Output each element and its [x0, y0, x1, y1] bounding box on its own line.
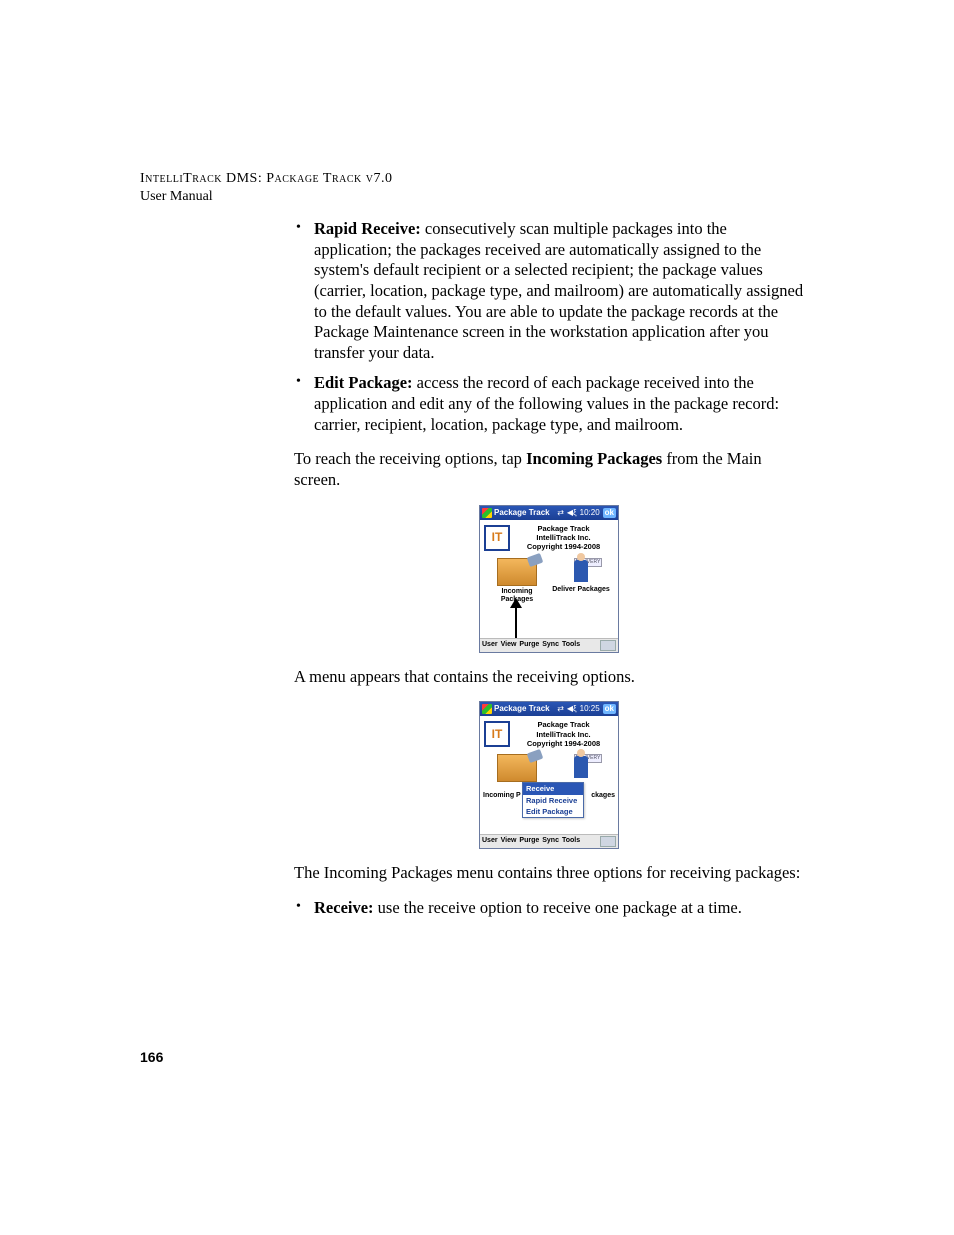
sync-icon: ⇄	[557, 508, 564, 518]
bullet-rapid-receive: Rapid Receive: consecutively scan multip…	[294, 219, 804, 363]
keyboard-icon[interactable]	[600, 836, 616, 847]
pda-title-text: Package Track	[494, 508, 550, 518]
menu-user[interactable]: User	[482, 641, 498, 650]
bullet-text: consecutively scan multiple packages int…	[314, 219, 803, 362]
pda-frame: Package Track ⇄ ◀ξ 10:25 ok IT Package T…	[479, 701, 619, 849]
reach-bold: Incoming Packages	[526, 449, 662, 468]
copyright: Copyright 1994-2008	[513, 542, 614, 551]
three-options-text: The Incoming Packages menu contains thre…	[294, 863, 804, 884]
app-name: Package Track	[513, 720, 614, 729]
reach-pre: To reach the receiving options, tap	[294, 449, 526, 468]
ok-button[interactable]: ok	[603, 704, 616, 714]
deliver-packages-button[interactable]: DELIVERY Deliver Packages	[552, 558, 610, 606]
pda-titlebar: Package Track ⇄ ◀ξ 10:25 ok	[480, 702, 618, 716]
menu-tools[interactable]: Tools	[562, 641, 580, 650]
menu-purge[interactable]: Purge	[519, 641, 539, 650]
start-flag-icon	[482, 508, 492, 518]
figure-pda-menu: Package Track ⇄ ◀ξ 10:25 ok IT Package T…	[294, 701, 804, 849]
pda-clock: 10:25	[580, 704, 600, 714]
company-name: IntelliTrack Inc.	[513, 730, 614, 739]
deliver-label-partial: ckages	[591, 792, 615, 801]
delivery-person-icon: DELIVERY	[562, 558, 600, 584]
figure-pda-main: Package Track ⇄ ◀ξ 10:20 ok IT Package T…	[294, 505, 804, 653]
pda-main-icons: DELIVERY	[484, 754, 614, 784]
document-page: IntelliTrack DMS: Package Track v7.0 Use…	[0, 0, 954, 1235]
menu-tools[interactable]: Tools	[562, 837, 580, 846]
pda-menubar: User View Purge Sync Tools	[480, 834, 618, 848]
pda-header-text: Package Track IntelliTrack Inc. Copyrigh…	[513, 524, 614, 552]
pda-status-icons: ⇄ ◀ξ 10:20 ok	[557, 508, 616, 518]
menu-purge[interactable]: Purge	[519, 837, 539, 846]
pda-titlebar: Package Track ⇄ ◀ξ 10:20 ok	[480, 506, 618, 520]
deliver-packages-button[interactable]: DELIVERY	[552, 754, 610, 784]
bullet-edit-package: Edit Package: access the record of each …	[294, 373, 804, 435]
pda-title-text: Package Track	[494, 704, 550, 714]
reach-instruction: To reach the receiving options, tap Inco…	[294, 449, 804, 490]
pda-menubar: User View Purge Sync Tools	[480, 638, 618, 652]
deliver-label: Deliver Packages	[552, 586, 610, 595]
content-area: Rapid Receive: consecutively scan multip…	[294, 219, 804, 918]
bullet-lead: Edit Package:	[314, 373, 413, 392]
incoming-packages-button[interactable]	[488, 754, 546, 784]
intellitrack-logo-icon: IT	[484, 721, 510, 747]
menu-sync[interactable]: Sync	[542, 641, 559, 650]
pda-body: IT Package Track IntelliTrack Inc. Copyr…	[480, 716, 618, 834]
bullet-receive: Receive: use the receive option to recei…	[294, 898, 804, 919]
package-scanner-icon	[497, 558, 537, 586]
keyboard-icon[interactable]	[600, 640, 616, 651]
pda-body: IT Package Track IntelliTrack Inc. Copyr…	[480, 520, 618, 638]
incoming-packages-menu: Receive Rapid Receive Edit Package	[522, 782, 584, 818]
bullet-lead: Receive:	[314, 898, 374, 917]
pda-header-row: IT Package Track IntelliTrack Inc. Copyr…	[484, 720, 614, 748]
header-subtitle: User Manual	[140, 188, 804, 206]
pda-status-icons: ⇄ ◀ξ 10:25 ok	[557, 704, 616, 714]
incoming-label-partial: Incoming P	[483, 792, 521, 801]
sync-icon: ⇄	[557, 704, 564, 714]
pda-header-text: Package Track IntelliTrack Inc. Copyrigh…	[513, 720, 614, 748]
ok-button[interactable]: ok	[603, 508, 616, 518]
bottom-bullet-list: Receive: use the receive option to recei…	[294, 898, 804, 919]
pda-frame: Package Track ⇄ ◀ξ 10:20 ok IT Package T…	[479, 505, 619, 653]
menu-item-rapid-receive[interactable]: Rapid Receive	[523, 795, 583, 806]
menu-sync[interactable]: Sync	[542, 837, 559, 846]
app-name: Package Track	[513, 524, 614, 533]
intellitrack-logo-icon: IT	[484, 525, 510, 551]
copyright: Copyright 1994-2008	[513, 739, 614, 748]
delivery-person-icon: DELIVERY	[562, 754, 600, 780]
menu-item-receive[interactable]: Receive	[523, 783, 583, 794]
volume-icon: ◀ξ	[567, 508, 577, 518]
menu-view[interactable]: View	[501, 837, 517, 846]
header-title: IntelliTrack DMS: Package Track v7.0	[140, 170, 804, 188]
pda-main-icons: Incoming Packages DELIVERY Deliver Packa…	[484, 558, 614, 606]
menu-user[interactable]: User	[482, 837, 498, 846]
pda-clock: 10:20	[580, 508, 600, 518]
package-scanner-icon	[497, 754, 537, 782]
running-header: IntelliTrack DMS: Package Track v7.0 Use…	[140, 170, 804, 205]
pda-header-row: IT Package Track IntelliTrack Inc. Copyr…	[484, 524, 614, 552]
page-number: 166	[140, 1049, 163, 1065]
bullet-text: use the receive option to receive one pa…	[374, 898, 742, 917]
menu-item-edit-package[interactable]: Edit Package	[523, 806, 583, 817]
bullet-lead: Rapid Receive:	[314, 219, 421, 238]
company-name: IntelliTrack Inc.	[513, 533, 614, 542]
start-flag-icon	[482, 704, 492, 714]
volume-icon: ◀ξ	[567, 704, 577, 714]
menu-view[interactable]: View	[501, 641, 517, 650]
menu-appears-text: A menu appears that contains the receivi…	[294, 667, 804, 688]
top-bullet-list: Rapid Receive: consecutively scan multip…	[294, 219, 804, 435]
